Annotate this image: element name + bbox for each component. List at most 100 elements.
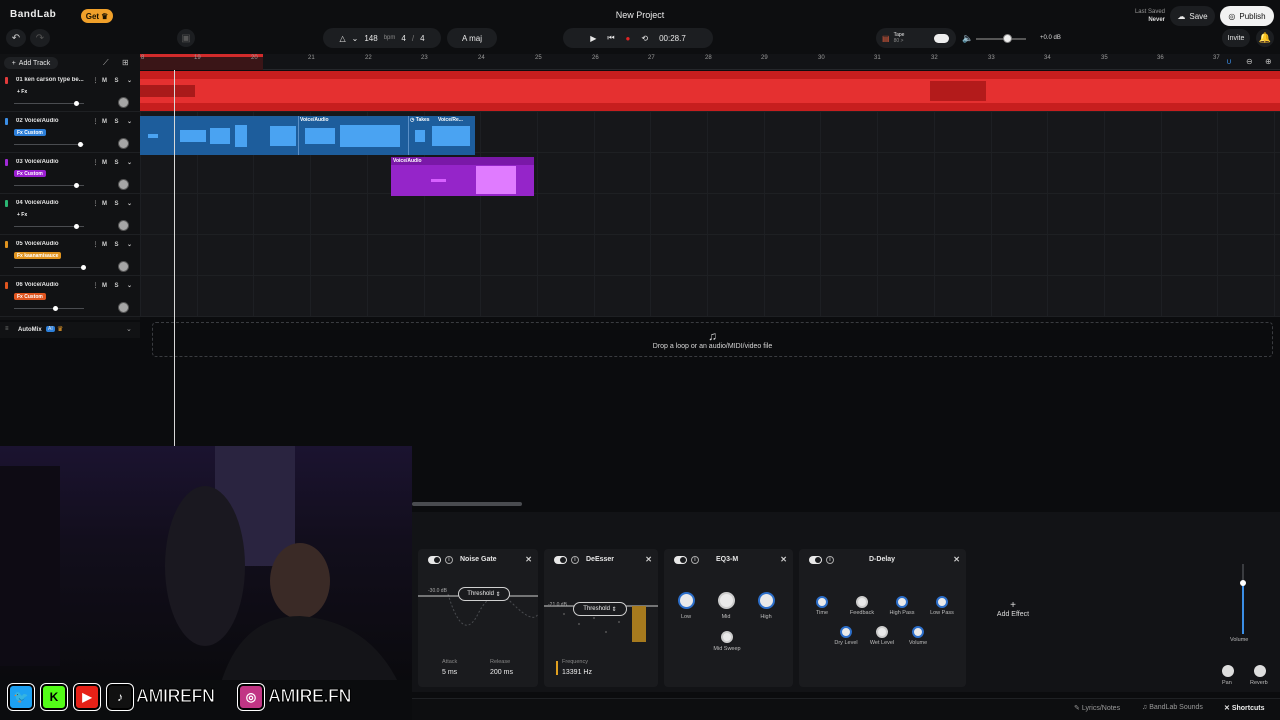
track-volume-handle[interactable] [74, 101, 79, 106]
eq-high-knob[interactable] [758, 592, 775, 609]
track-fx-tag[interactable]: Fx Custom [14, 293, 46, 300]
track-header[interactable]: 05 Voice/Audio Fx kaanamisauce ⋮ M S ⌄ [0, 235, 140, 276]
clip-track2[interactable]: Voice/Audio ◷ Takes Voice/Re... [140, 116, 475, 155]
release-value[interactable]: 200 ms [490, 669, 513, 676]
info-icon[interactable]: i [826, 556, 834, 564]
master-volume-fader[interactable] [1240, 564, 1246, 634]
track-fx-tag[interactable]: Fx Custom [14, 129, 46, 136]
chevron-down-icon[interactable]: ⌄ [125, 76, 134, 85]
add-track-button[interactable]: + Add Track [4, 57, 58, 69]
tempo-control[interactable]: △ ⌄ 148 bpm 4/4 [323, 28, 441, 48]
track-volume-handle[interactable] [74, 183, 79, 188]
track-pan-knob[interactable] [118, 261, 129, 272]
save-button[interactable]: ☁ Save [1170, 6, 1215, 26]
track-pan-knob[interactable] [118, 302, 129, 313]
track-volume-slider[interactable] [14, 183, 84, 188]
mute-button[interactable]: M [100, 199, 109, 208]
tape-control[interactable]: ▤ Tape 80 > [876, 28, 956, 48]
horizontal-scrollbar[interactable] [412, 502, 522, 506]
delay-highpass-knob[interactable] [896, 596, 908, 608]
track-menu-icon[interactable]: ⋮ [91, 199, 100, 208]
deesser-threshold-handle[interactable]: Threshold ⇕ [573, 602, 627, 616]
play-icon[interactable]: ▶ [590, 34, 596, 43]
master-volume-knob[interactable] [1003, 34, 1012, 43]
time-sig-numerator[interactable]: 4 [401, 34, 405, 43]
track-pan-knob[interactable] [118, 220, 129, 231]
track-volume-handle[interactable] [74, 224, 79, 229]
delay-feedback-knob[interactable] [856, 596, 868, 608]
solo-button[interactable]: S [112, 76, 121, 85]
track-name[interactable]: 04 Voice/Audio [16, 200, 59, 206]
record-icon[interactable]: ● [626, 34, 631, 43]
key-selector[interactable]: A maj [447, 28, 497, 48]
delay-wet-knob[interactable] [876, 626, 888, 638]
track-lane[interactable] [140, 153, 1280, 194]
master-pan-knob[interactable] [1222, 665, 1234, 677]
track-volume-slider[interactable] [14, 265, 86, 270]
track-menu-icon[interactable]: ⋮ [91, 76, 100, 85]
mute-button[interactable]: M [100, 281, 109, 290]
bpm-value[interactable]: 148 [364, 34, 377, 43]
close-icon[interactable]: ✕ [645, 555, 652, 564]
track-volume-handle[interactable] [53, 306, 58, 311]
track-name[interactable]: 06 Voice/Audio [16, 282, 59, 288]
notifications-icon[interactable]: 🔔 [1256, 29, 1274, 47]
track-volume-slider[interactable] [14, 306, 84, 311]
track-lane[interactable] [140, 276, 1280, 317]
deesser-toggle[interactable] [554, 556, 567, 564]
track-header[interactable]: 04 Voice/Audio + Fx ⋮ M S ⌄ [0, 194, 140, 235]
delay-lowpass-knob[interactable] [936, 596, 948, 608]
magic-wand-icon[interactable]: ⟋ [103, 58, 109, 68]
delay-time-knob[interactable] [816, 596, 828, 608]
invite-button[interactable]: Invite [1222, 29, 1250, 47]
zoom-out-icon[interactable]: ⊖ [1246, 57, 1253, 66]
close-icon[interactable]: ✕ [953, 555, 960, 564]
master-volume-handle[interactable] [1240, 580, 1246, 586]
chevron-down-icon[interactable]: ⌄ [126, 325, 132, 333]
speaker-icon[interactable]: 🔈 [962, 33, 973, 44]
track-header[interactable]: 03 Voice/Audio Fx Custom ⋮ M S ⌄ [0, 153, 140, 194]
track-name[interactable]: 01 ken carson type be... [16, 77, 84, 83]
delay-volume-knob[interactable] [912, 626, 924, 638]
track-pan-knob[interactable] [118, 138, 129, 149]
track-fx-tag[interactable]: + Fx [14, 88, 30, 95]
takes-badge[interactable]: ◷ Takes [410, 117, 430, 123]
mute-button[interactable]: M [100, 240, 109, 249]
chevron-down-icon[interactable]: ⌄ [125, 281, 134, 290]
lyrics-notes-button[interactable]: ✎ Lyrics/Notes [1074, 704, 1120, 712]
solo-button[interactable]: S [112, 158, 121, 167]
close-icon[interactable]: ✕ [780, 555, 787, 564]
publish-button[interactable]: ◎ Publish [1220, 6, 1274, 26]
track-volume-handle[interactable] [77, 142, 83, 147]
track-name[interactable]: 03 Voice/Audio [16, 159, 59, 165]
eq-low-knob[interactable] [678, 592, 695, 609]
add-effect-button[interactable]: + Add Effect [988, 600, 1038, 618]
delay-toggle[interactable] [809, 556, 822, 564]
track-menu-icon[interactable]: ⋮ [91, 158, 100, 167]
solo-button[interactable]: S [112, 199, 121, 208]
info-icon[interactable]: i [571, 556, 579, 564]
info-icon[interactable]: i [691, 556, 699, 564]
track-fx-tag[interactable]: Fx Custom [14, 170, 46, 177]
track-volume-slider[interactable] [14, 142, 84, 147]
frequency-value[interactable]: 13391 Hz [562, 669, 592, 676]
mute-button[interactable]: M [100, 158, 109, 167]
chevron-down-icon[interactable]: ⌄ [125, 158, 134, 167]
loop-icon[interactable]: ⟲ [641, 34, 648, 43]
metronome-icon[interactable]: △ [339, 34, 345, 43]
delay-dry-knob[interactable] [840, 626, 852, 638]
attack-value[interactable]: 5 ms [442, 669, 457, 676]
chevron-down-icon[interactable]: ⌄ [125, 199, 134, 208]
track-header[interactable]: 01 ken carson type be... + Fx ⋮ M S ⌄ [0, 71, 140, 112]
zoom-in-icon[interactable]: ⊕ [1265, 57, 1272, 66]
shortcuts-button[interactable]: ✕ Shortcuts [1224, 704, 1264, 712]
close-icon[interactable]: ✕ [525, 555, 532, 564]
magnet-icon[interactable]: ∪ [1226, 57, 1232, 66]
drop-zone[interactable]: ♫ Drop a loop or an audio/MIDI/video fil… [152, 322, 1273, 357]
track-volume-slider[interactable] [14, 101, 84, 106]
track-fx-tag[interactable]: Fx kaanamisauce [14, 252, 62, 259]
clip-track3[interactable]: Voice/Audio [391, 157, 534, 196]
get-membership-button[interactable]: Get ♛ [81, 9, 113, 23]
playhead[interactable] [174, 70, 175, 446]
track-pan-knob[interactable] [118, 97, 129, 108]
